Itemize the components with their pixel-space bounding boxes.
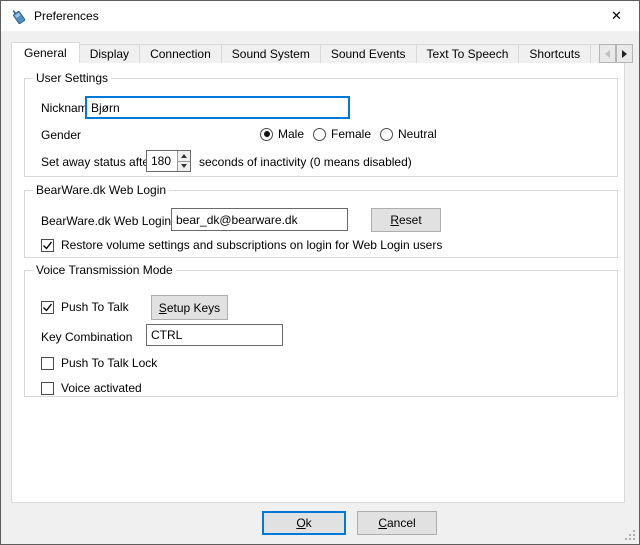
web-login-group: BearWare.dk Web Login BearWare.dk Web Lo… (24, 190, 618, 258)
gender-radio-female[interactable]: Female (313, 126, 371, 142)
away-status-suffix-label: seconds of inactivity (0 means disabled) (199, 155, 412, 169)
radio-icon (260, 128, 273, 141)
checkbox-checked-icon (41, 301, 54, 314)
reset-button[interactable]: Reset (371, 208, 441, 232)
user-settings-group: User Settings Nickname Gender Male Femal… (24, 78, 618, 177)
gender-label: Gender (41, 128, 81, 142)
voice-transmission-group: Voice Transmission Mode Push To Talk Set… (24, 270, 618, 397)
nickname-input[interactable] (85, 96, 350, 119)
checkbox-unchecked-icon (41, 357, 54, 370)
checkbox-label: Restore volume settings and subscription… (61, 238, 442, 252)
away-seconds-value[interactable]: 180 (147, 151, 177, 171)
close-button[interactable]: ✕ (594, 1, 639, 31)
spinner-down-button[interactable] (178, 162, 190, 172)
preferences-dialog: Preferences ✕ General Display Connection… (0, 0, 640, 545)
arrow-down-icon (181, 164, 187, 168)
tab-connection[interactable]: Connection (139, 44, 222, 63)
radio-icon (313, 128, 326, 141)
web-login-id-input[interactable] (171, 208, 348, 231)
tab-general[interactable]: General (11, 42, 80, 63)
checkbox-unchecked-icon (41, 382, 54, 395)
resize-grip[interactable] (624, 529, 636, 541)
radio-label: Neutral (398, 127, 437, 141)
window-title: Preferences (34, 1, 99, 31)
key-combination-label: Key Combination (41, 330, 132, 344)
ok-button[interactable]: Ok (262, 511, 346, 535)
gender-radio-male[interactable]: Male (260, 126, 304, 142)
chevron-right-icon (622, 50, 627, 58)
checkbox-label: Voice activated (61, 381, 142, 395)
away-seconds-spinner[interactable]: 180 (146, 150, 191, 172)
tab-video[interactable]: Video (590, 44, 599, 63)
titlebar[interactable]: Preferences ✕ (1, 1, 639, 31)
web-login-id-label: BearWare.dk Web Login ID (41, 214, 186, 228)
arrow-up-icon (181, 154, 187, 158)
tab-text-to-speech[interactable]: Text To Speech (416, 44, 520, 63)
gender-radio-neutral[interactable]: Neutral (380, 126, 437, 142)
tab-shortcuts[interactable]: Shortcuts (518, 44, 591, 63)
radio-label: Male (278, 127, 304, 141)
restore-volume-checkbox[interactable]: Restore volume settings and subscription… (41, 237, 442, 253)
chevron-left-icon (605, 50, 610, 58)
checkbox-checked-icon (41, 239, 54, 252)
key-combination-input[interactable] (146, 324, 283, 346)
tab-sound-events[interactable]: Sound Events (320, 44, 417, 63)
tab-scroll-right-button[interactable] (616, 44, 633, 63)
checkbox-label: Push To Talk (61, 300, 129, 314)
checkbox-label: Push To Talk Lock (61, 356, 157, 370)
web-login-group-label: BearWare.dk Web Login (33, 183, 169, 197)
voice-activated-checkbox[interactable]: Voice activated (41, 380, 142, 396)
tab-display[interactable]: Display (79, 44, 140, 63)
voice-transmission-group-label: Voice Transmission Mode (33, 263, 176, 277)
user-settings-group-label: User Settings (33, 71, 111, 85)
radio-label: Female (331, 127, 371, 141)
cancel-button[interactable]: Cancel (357, 511, 437, 535)
general-tab-panel: User Settings Nickname Gender Male Femal… (11, 62, 625, 503)
tab-bar: General Display Connection Sound System … (11, 41, 599, 63)
push-to-talk-checkbox[interactable]: Push To Talk (41, 299, 129, 315)
tab-scroll-left-button[interactable] (599, 44, 616, 63)
tab-sound-system[interactable]: Sound System (221, 44, 321, 63)
setup-keys-button[interactable]: Setup Keys (151, 295, 228, 320)
teamtalk-icon (11, 8, 27, 24)
spinner-up-button[interactable] (178, 151, 190, 162)
radio-icon (380, 128, 393, 141)
away-status-label: Set away status after (41, 155, 153, 169)
push-to-talk-lock-checkbox[interactable]: Push To Talk Lock (41, 355, 157, 371)
